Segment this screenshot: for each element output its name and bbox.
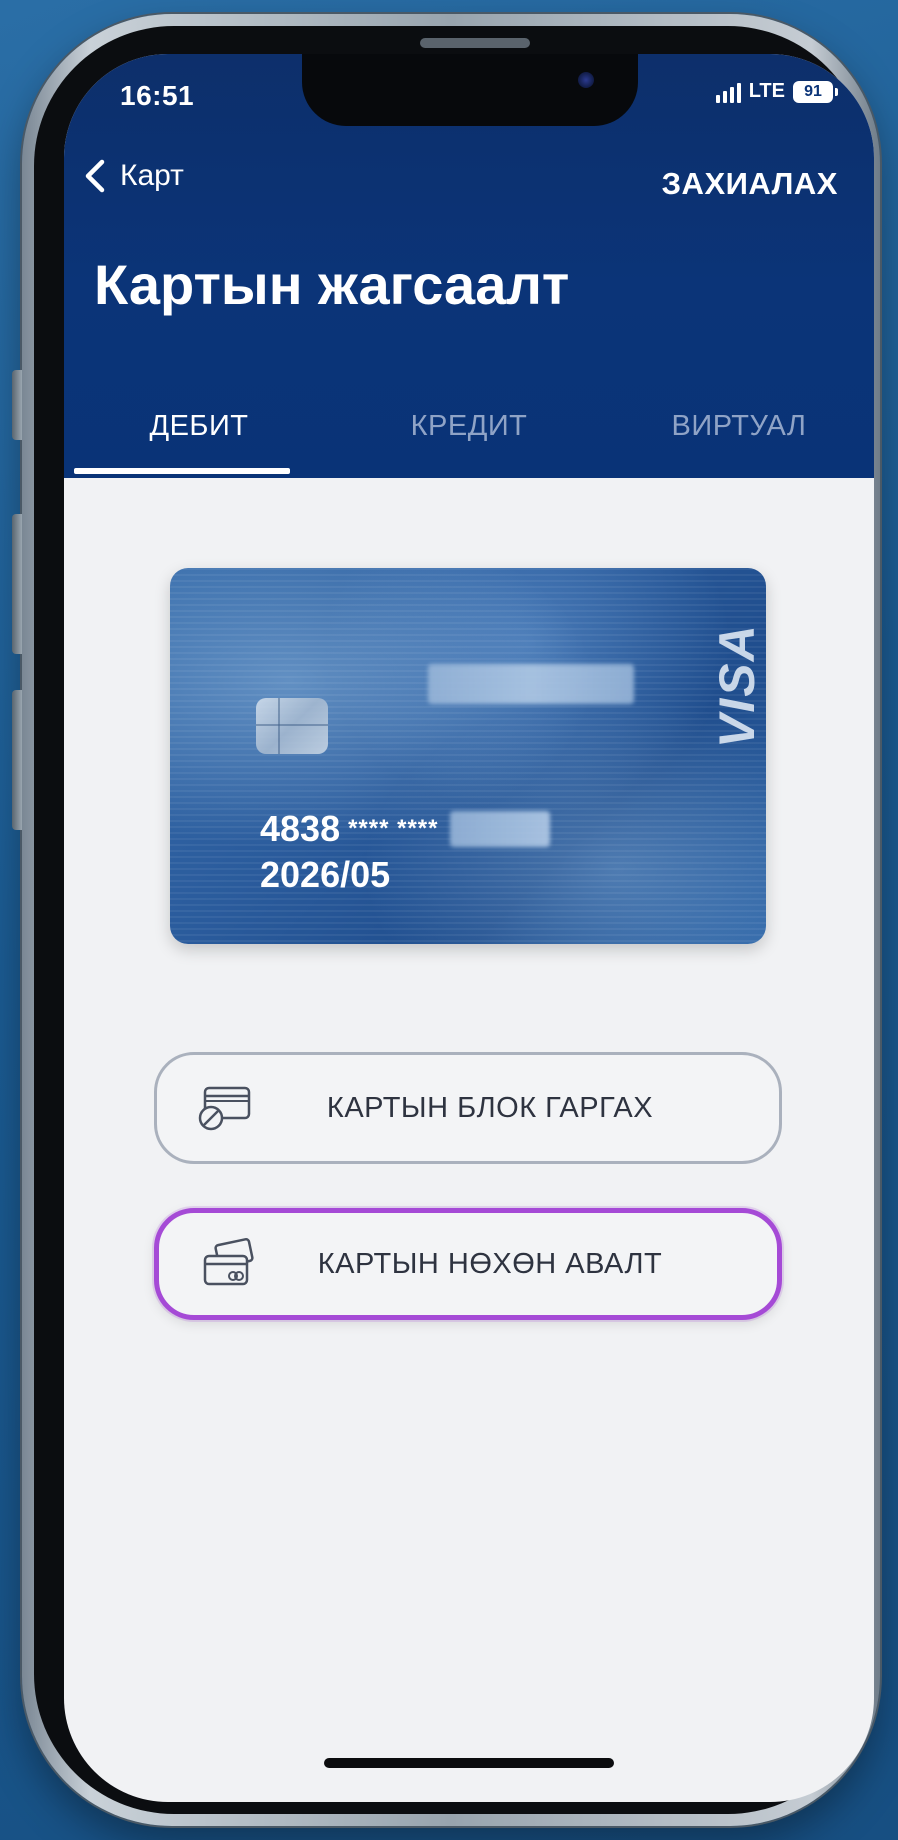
- back-button-label: Карт: [120, 159, 184, 192]
- card-type-tabs: ДЕБИТ КРЕДИТ ВИРТУАЛ: [64, 396, 874, 478]
- volume-down-button: [12, 690, 22, 830]
- battery-level: 91: [793, 80, 833, 103]
- order-button[interactable]: ЗАХИАЛАХ: [662, 166, 838, 202]
- active-tab-indicator: [74, 468, 290, 474]
- page-title: Картын жагсаалт: [94, 253, 570, 316]
- mute-switch: [12, 370, 22, 440]
- tab-virtual[interactable]: ВИРТУАЛ: [604, 396, 874, 478]
- camera-notch: [302, 54, 638, 126]
- tab-credit[interactable]: КРЕДИТ: [334, 396, 604, 478]
- card-number-suffix-redacted: [450, 811, 551, 847]
- speaker-grille: [420, 38, 530, 48]
- back-button[interactable]: Карт: [80, 156, 184, 196]
- card-holder-redacted: [428, 664, 634, 704]
- reissue-card-label: КАРТЫН НӨХӨН АВАЛТ: [317, 1247, 663, 1280]
- signal-strength-icon: [715, 81, 741, 103]
- visa-logo: VISA: [709, 623, 765, 748]
- front-camera-icon: [578, 72, 594, 88]
- battery-icon: 91: [793, 80, 838, 103]
- card-number-masked: **** ****: [348, 815, 439, 842]
- app-header: 16:51 LTE 91 Карт ЗАХИАЛАХ Картын жагсаа…: [64, 54, 874, 478]
- card-number-prefix: 4838: [260, 808, 341, 849]
- card-number: 4838 **** ****: [260, 808, 551, 850]
- volume-up-button: [12, 514, 22, 654]
- status-indicators: LTE 91: [715, 80, 838, 103]
- chevron-left-icon: [85, 159, 105, 193]
- screen: 16:51 LTE 91 Карт ЗАХИАЛАХ Картын жагсаа…: [64, 54, 874, 1802]
- reissue-card-button[interactable]: КАРТЫН НӨХӨН АВАЛТ: [154, 1208, 782, 1320]
- debit-card[interactable]: VISA 4838 **** **** 2026/05: [170, 568, 766, 944]
- network-type: LTE: [748, 80, 785, 102]
- card-chip-icon: [256, 698, 328, 754]
- home-indicator[interactable]: [324, 1758, 614, 1768]
- status-time: 16:51: [120, 80, 195, 111]
- tab-debit[interactable]: ДЕБИТ: [64, 396, 334, 478]
- block-card-button[interactable]: КАРТЫН БЛОК ГАРГАХ: [154, 1052, 782, 1164]
- block-card-label: КАРТЫН БЛОК ГАРГАХ: [326, 1091, 654, 1124]
- card-expiry: 2026/05: [260, 854, 391, 895]
